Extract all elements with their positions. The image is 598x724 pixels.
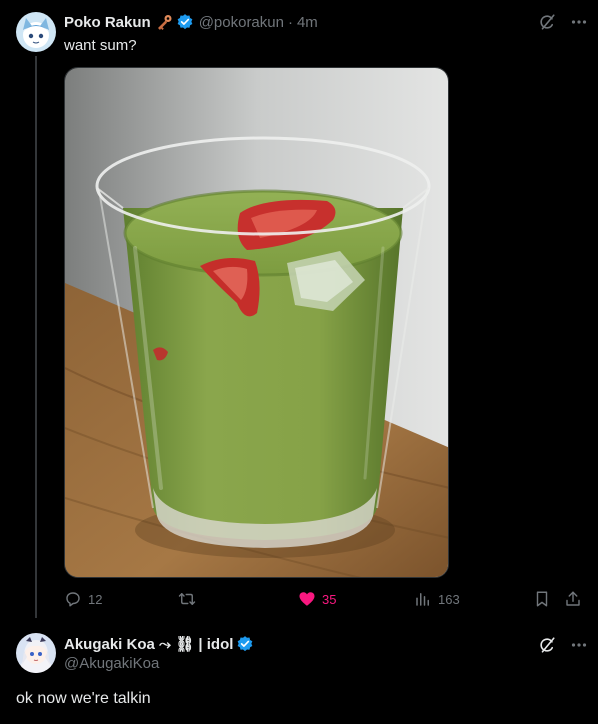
post-header: Poko Rakun @pokorakun · 4m: [64, 13, 318, 31]
post-author-handle[interactable]: @pokorakun: [199, 14, 284, 31]
reply-author-name[interactable]: Akugaki Koa ⤳ ⛓ | idol: [64, 635, 233, 653]
key-icon: [155, 14, 173, 30]
post-top-actions: [538, 13, 588, 31]
verified-badge-icon: [236, 635, 254, 653]
verified-badge-icon: [176, 13, 194, 31]
reply-text: ok now we're talkin: [16, 690, 151, 707]
post-media-image[interactable]: [64, 67, 449, 578]
reply-handle-row: @AkugakiKoa: [64, 655, 159, 672]
repost-icon: [178, 590, 196, 608]
post-timestamp[interactable]: 4m: [297, 14, 318, 31]
like-button[interactable]: 35: [298, 590, 336, 608]
like-count: 35: [322, 591, 337, 607]
more-icon[interactable]: [570, 13, 588, 31]
reply-icon: [64, 590, 82, 608]
photo-strawberry-matcha-latte-icon: [65, 68, 448, 577]
repost-button[interactable]: [178, 590, 202, 608]
views-count: 163: [438, 591, 460, 607]
reply-author-avatar[interactable]: [16, 633, 56, 673]
grok-icon[interactable]: [538, 13, 556, 31]
bookmark-icon: [533, 590, 551, 608]
more-icon[interactable]: [570, 636, 588, 654]
views-button[interactable]: 163: [414, 590, 460, 608]
post-author-avatar[interactable]: [16, 12, 56, 52]
bookmark-button[interactable]: [533, 590, 551, 608]
grok-icon[interactable]: [538, 636, 556, 654]
views-icon: [414, 590, 432, 608]
reply-button[interactable]: 12: [64, 590, 102, 608]
reply-author-handle[interactable]: @AkugakiKoa: [64, 655, 159, 672]
share-icon: [564, 590, 582, 608]
share-button[interactable]: [564, 590, 582, 608]
reply-top-actions: [538, 636, 588, 654]
reply-count: 12: [88, 591, 103, 607]
post-author-name[interactable]: Poko Rakun: [64, 14, 151, 31]
heart-icon: [298, 590, 316, 608]
post-text: want sum?: [64, 37, 137, 54]
post-action-bar: 12 35 163: [64, 590, 584, 612]
reply-header: Akugaki Koa ⤳ ⛓ | idol: [64, 635, 254, 653]
thread-connector-line: [35, 56, 37, 618]
separator-dot: ·: [287, 13, 293, 31]
